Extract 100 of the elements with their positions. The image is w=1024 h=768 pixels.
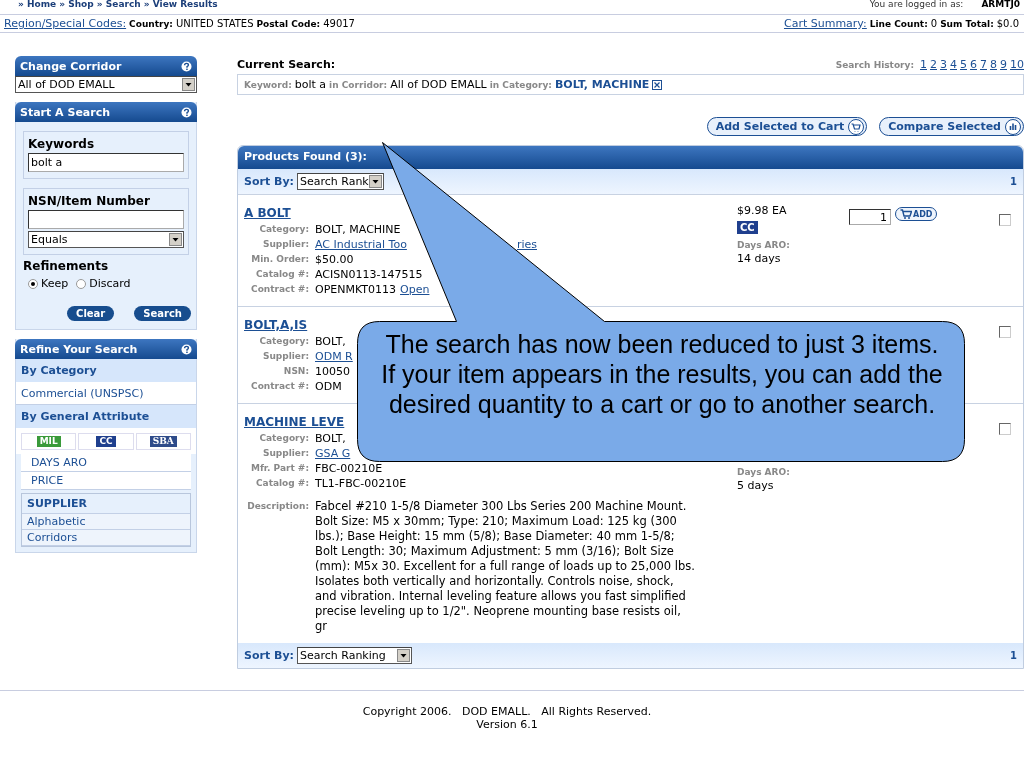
field-label: Catalog #: [254, 268, 309, 281]
compare-button[interactable]: Compare Selected [879, 117, 1024, 136]
history-link[interactable]: 5 [960, 58, 967, 71]
description-text: Fabcel #210 1-5/8 Diameter 300 Lbs Series 200 Machine Mount. Bolt Size: M5 x 30mm; Type: 210; Maximum Load: 125 kg (300 lbs.); Base Height: 15 mm (5/8); Base Diameter: 40 mm 1-5/8; Bolt Length: 30; Maximum Adjustment: 5 mm (3/16); Bolt Size (mm): M5x 30. Excellent for a full range of loads up to 25,000 lbs. Isolates both vertically and horizontally. Controls noise, shock, and vibration. Internal leveling feature allows you fast simplified precise leveling up to 1/2". Neoprene mounting base resists oil, gr [315, 499, 695, 634]
product-link[interactable]: A BOLT [244, 204, 291, 222]
sort-dropdown[interactable]: Search Rank [296, 173, 384, 190]
history-label: Search History: [835, 60, 914, 70]
corridor-dropdown[interactable]: All of DOD EMALL [15, 76, 197, 93]
current-search-title: Current Search: [237, 58, 336, 71]
corridor-label: in Corridor: [329, 79, 388, 90]
field-value: BOLT, [315, 432, 346, 445]
radio-label: Discard [89, 277, 131, 290]
version-text: Version 6.1 [475, 718, 539, 731]
keywords-label: Keywords [28, 137, 96, 151]
quantity-field[interactable]: 1 [849, 209, 891, 225]
attribute-badge: MIL [36, 436, 61, 447]
help-icon [181, 343, 192, 355]
match-dropdown[interactable]: Equals [28, 231, 184, 248]
attribute-badge: SBA [149, 436, 177, 447]
field-value: ODM [315, 380, 342, 393]
field-label: Supplier: [261, 447, 309, 460]
keywords-field[interactable]: bolt a [28, 153, 184, 172]
sort-label: Sort By: [244, 175, 294, 188]
results-title: Products Found (3): [244, 150, 367, 163]
history-link[interactable]: 9 [1000, 58, 1007, 71]
cc-badge: CC [737, 221, 758, 234]
supplier-link[interactable]: Open [400, 283, 430, 296]
field-value: $50.00 [315, 253, 354, 266]
field-value: TL1-FBC-00210E [315, 477, 407, 490]
attribute-filter[interactable]: MIL [21, 433, 77, 450]
radio-selected-icon[interactable] [28, 278, 38, 289]
login-label: You are logged in as: [869, 0, 964, 11]
panel-title: Change Corridor [20, 59, 122, 73]
refine-link[interactable]: Alphabetic [22, 514, 190, 530]
history-link[interactable]: 3 [940, 58, 947, 71]
field-label: Description: [246, 500, 309, 513]
history-link[interactable]: 10 [1010, 58, 1024, 71]
sort-dropdown[interactable]: Search Ranking [296, 647, 412, 664]
nsn-label: NSN/Item Number [28, 194, 151, 208]
supplier-link[interactable]: ries [516, 238, 537, 251]
history-link[interactable]: 7 [980, 58, 987, 71]
days-value: 5 days [737, 479, 774, 492]
field-value: ACISN0113-147515 [315, 268, 423, 281]
field-value: BOLT, [315, 335, 346, 348]
product-link[interactable]: MACHINE LEVE [244, 413, 345, 431]
callout-text: The search has now been reduced to just 3 items. If your item appears in the results, you can add the desired quantity to a cart or go to another search. [381, 329, 943, 419]
page-number: 1 [1010, 650, 1017, 661]
sort-label: Sort By: [244, 649, 294, 662]
line-count-value: 0 [930, 18, 938, 29]
attribute-filter[interactable]: CC [78, 433, 134, 450]
field-label: Category: [258, 335, 309, 348]
section-heading: By Category [16, 359, 196, 383]
copyright-text: Copyright 2006. DOD EMALL. All Rights Reserved. [361, 705, 653, 718]
refine-link[interactable]: PRICE [21, 472, 191, 490]
history-link[interactable]: 6 [970, 58, 977, 71]
nsn-field[interactable] [28, 210, 184, 229]
days-value: 14 days [737, 252, 781, 265]
select-checkbox[interactable] [999, 214, 1011, 226]
field-label: NSN: [282, 365, 309, 378]
search-form-button[interactable]: Clear [67, 306, 115, 321]
refine-link[interactable]: Corridors [22, 530, 190, 546]
country-value: UNITED STATES [175, 18, 254, 29]
history-link[interactable]: 1 [920, 58, 927, 71]
field-label: Category: [258, 223, 309, 236]
cart-icon [848, 118, 865, 135]
field-label: Mfr. Part #: [249, 462, 309, 475]
add-to-cart-button[interactable]: Add Selected to Cart [706, 117, 868, 136]
search-form-button[interactable]: Search [134, 306, 191, 321]
history-link[interactable]: 2 [930, 58, 937, 71]
select-checkbox[interactable] [999, 326, 1011, 338]
cart-icon [900, 209, 912, 219]
help-icon [181, 60, 192, 72]
corridor-value: All of DOD EMALL [390, 78, 487, 91]
supplier-link[interactable]: ODM R [315, 350, 353, 363]
days-aro-label: Days ARO: [737, 240, 790, 250]
product-link[interactable]: BOLT,A,IS [244, 316, 308, 334]
attribute-filter[interactable]: SBA [135, 433, 191, 450]
user-name: ARMTJ0 [981, 0, 1020, 11]
attribute-badge: CC [96, 436, 116, 447]
history-link[interactable]: 8 [990, 58, 997, 71]
supplier-link[interactable]: AC Industrial Too [315, 238, 407, 251]
section-heading: By General Attribute [16, 405, 196, 429]
help-icon [181, 106, 192, 118]
region-link[interactable]: Region/Special Codes: [4, 17, 127, 30]
select-checkbox[interactable] [999, 423, 1011, 435]
panel-title: Refine Your Search [20, 342, 138, 356]
category-value: BOLT, MACHINE [554, 78, 650, 91]
add-button[interactable]: ADD [895, 207, 938, 221]
refinements-label: Refinements [23, 259, 110, 273]
page-number: 1 [1010, 176, 1017, 187]
price-text: $9.98 EA [737, 204, 787, 217]
field-value: OPENMKT0113 [315, 283, 397, 296]
cart-summary-link[interactable]: Cart Summary: [783, 17, 867, 30]
refine-link[interactable]: DAYS ARO [21, 454, 191, 472]
history-link[interactable]: 4 [950, 58, 957, 71]
category-label: in Category: [489, 79, 552, 90]
supplier-link[interactable]: GSA G [315, 447, 351, 460]
radio-icon[interactable] [76, 278, 87, 289]
remove-icon[interactable] [652, 79, 663, 90]
refine-link[interactable]: Commercial (UNSPSC) [16, 383, 196, 405]
